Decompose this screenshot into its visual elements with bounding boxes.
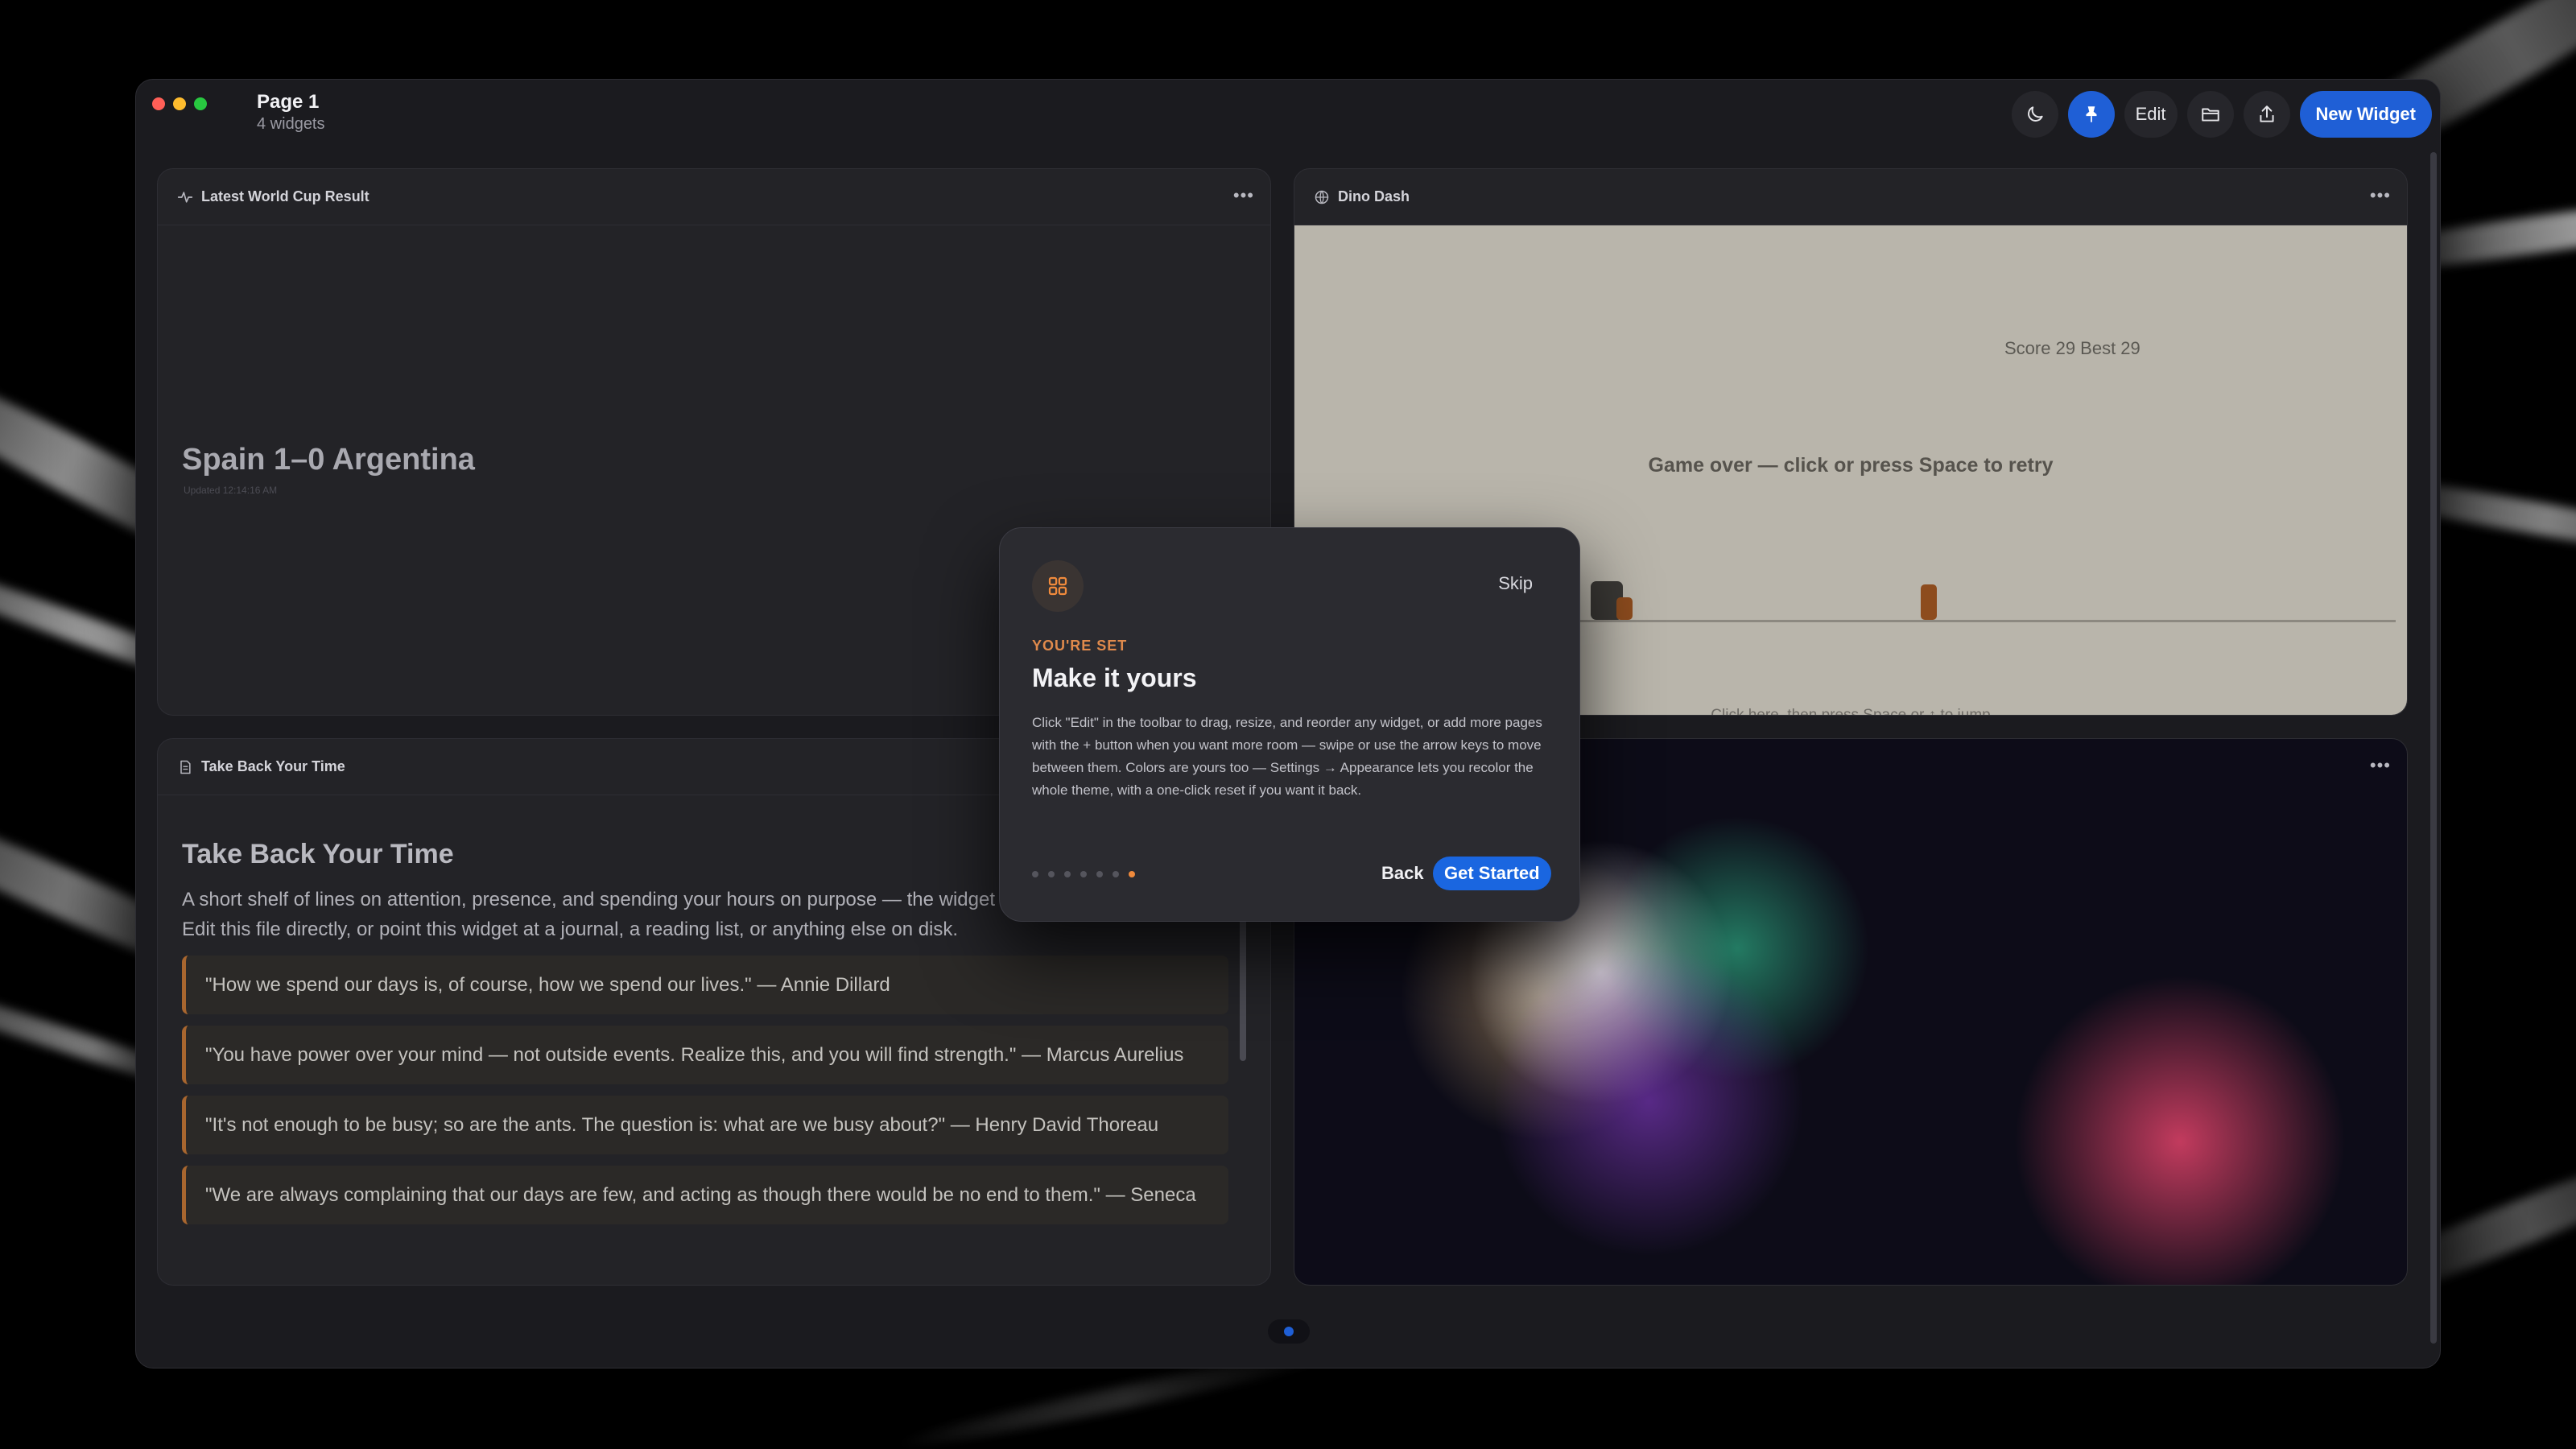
more-options-icon[interactable]: •••	[1233, 185, 1254, 206]
theme-toggle-button[interactable]	[2011, 91, 2058, 138]
onboarding-body: Click "Edit" in the toolbar to drag, res…	[1032, 715, 1542, 798]
globe-icon	[1314, 189, 1330, 205]
skip-button[interactable]: Skip	[1498, 573, 1533, 594]
app-window: Page 1 4 widgets Edit New Widget Latest …	[135, 79, 2441, 1368]
step-dot	[1064, 871, 1071, 877]
step-dot-active	[1129, 871, 1135, 877]
pin-button[interactable]	[2067, 91, 2115, 138]
title-bar: Page 1 4 widgets Edit New Widget	[136, 80, 2440, 165]
cactus-obstacle	[1921, 584, 1937, 620]
share-button[interactable]	[2243, 91, 2290, 138]
quote-block: "We are always complaining that our days…	[182, 1166, 1228, 1224]
step-indicator	[1032, 871, 1135, 877]
share-icon	[2259, 105, 2274, 122]
page-indicator[interactable]	[1268, 1319, 1310, 1344]
page-title: Page 1	[257, 91, 320, 113]
edit-button[interactable]: Edit	[2124, 91, 2178, 138]
orb	[2003, 964, 2357, 1285]
game-over-message: Game over — click or press Space to retr…	[1648, 454, 2054, 477]
onboarding-dialog: Skip YOU'RE SET Make it yours Click "Edi…	[999, 527, 1580, 922]
widget-title: Take Back Your Time	[201, 758, 345, 774]
step-dot	[1032, 871, 1038, 877]
onboarding-title: Make it yours	[1032, 663, 1197, 692]
window-scrollbar[interactable]	[2430, 152, 2437, 1344]
ground-line	[1533, 620, 2396, 622]
cactus-obstacle	[1616, 597, 1633, 620]
folder-icon	[2201, 108, 2219, 122]
widget-title: Dino Dash	[1338, 188, 1410, 204]
document-icon	[177, 759, 193, 775]
window-controls	[152, 97, 207, 110]
quote-block: "It's not enough to be busy; so are the …	[182, 1096, 1228, 1154]
updated-timestamp: Updated 12:14:16 AM	[184, 485, 278, 496]
widget-header: Dino Dash •••	[1294, 169, 2407, 225]
step-dot	[1096, 871, 1103, 877]
minimize-window-button[interactable]	[173, 97, 186, 110]
quote-block: "How we spend our days is, of course, ho…	[182, 956, 1228, 1014]
more-options-icon[interactable]: •••	[2370, 755, 2391, 776]
back-button[interactable]: Back	[1372, 857, 1434, 890]
zoom-window-button[interactable]	[194, 97, 207, 110]
widget-header: Latest World Cup Result •••	[158, 169, 1270, 225]
open-folder-button[interactable]	[2186, 91, 2234, 138]
activity-icon	[177, 189, 193, 205]
new-widget-button[interactable]: New Widget	[2299, 91, 2432, 138]
step-dot	[1080, 871, 1087, 877]
close-window-button[interactable]	[152, 97, 165, 110]
widget-count: 4 widgets	[257, 115, 325, 133]
match-score: Spain 1–0 Argentina	[182, 443, 475, 477]
widgets-grid-icon	[1032, 560, 1084, 612]
page-dot-active[interactable]	[1284, 1327, 1294, 1336]
step-dot	[1048, 871, 1055, 877]
pin-icon	[2086, 106, 2097, 122]
quote-block: "You have power over your mind — not out…	[182, 1026, 1228, 1084]
toolbar: Edit New Widget	[2011, 91, 2432, 138]
onboarding-eyebrow: YOU'RE SET	[1032, 638, 1128, 654]
widget-title: Latest World Cup Result	[201, 188, 369, 204]
more-options-icon[interactable]: •••	[2370, 185, 2391, 206]
step-dot	[1113, 871, 1119, 877]
game-score: Score 29 Best 29	[2004, 338, 2140, 358]
moon-icon	[2027, 106, 2043, 122]
get-started-button[interactable]: Get Started	[1433, 857, 1551, 890]
orb	[1488, 940, 1810, 1262]
